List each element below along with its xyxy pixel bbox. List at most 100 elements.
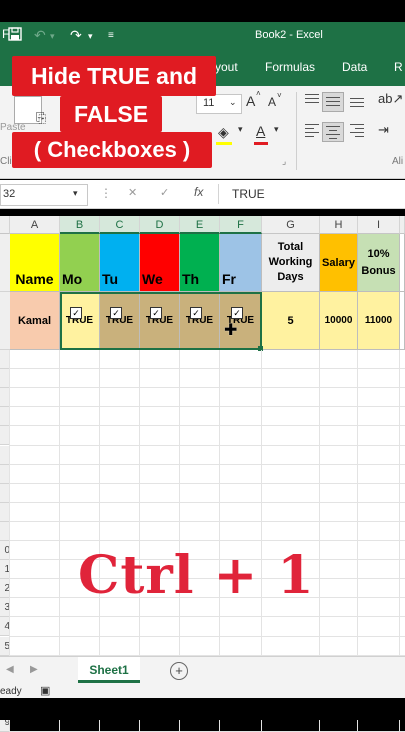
save-icon[interactable] — [8, 27, 22, 44]
checkbox-fr[interactable]: ✓ — [231, 307, 243, 319]
tab-formulas[interactable]: Formulas — [265, 60, 315, 74]
header-name[interactable]: Name — [10, 234, 60, 292]
column-header-g[interactable]: G — [262, 216, 320, 234]
sheet-tab-sheet1[interactable]: Sheet1 — [78, 657, 140, 683]
status-ready: eady — [0, 686, 22, 697]
checkbox-mo[interactable]: ✓ — [70, 307, 82, 319]
name-box-dropdown-icon[interactable]: ▾ — [73, 188, 78, 199]
clipboard-group-label: Cli — [0, 156, 12, 167]
enter-icon[interactable]: ✓ — [160, 186, 169, 199]
header-fr[interactable]: Fr — [220, 234, 262, 292]
font-color-swatch — [254, 142, 268, 145]
redo-dropdown-icon[interactable]: ▾ — [88, 31, 93, 42]
cell-total-working-days[interactable]: 5 — [262, 292, 320, 350]
row-header-1[interactable] — [0, 234, 10, 292]
customize-qat-icon[interactable]: ≡ — [108, 30, 114, 41]
align-bottom-icon[interactable] — [350, 94, 364, 108]
cell-tu-true[interactable]: TRUE — [100, 292, 140, 350]
redo-icon[interactable]: ↷ — [70, 27, 82, 44]
add-sheet-button[interactable]: + — [170, 662, 188, 680]
indent-icon[interactable]: ⇥ — [378, 122, 389, 138]
align-top-icon[interactable] — [305, 94, 319, 108]
header-total-working-days[interactable]: Total Working Days — [262, 234, 320, 292]
window-title: Book2 - Excel — [255, 29, 323, 41]
grow-arrow-icon: ˄ — [256, 89, 261, 98]
cell-j2[interactable] — [400, 292, 405, 350]
checkbox-we[interactable]: ✓ — [150, 307, 162, 319]
scroll-right-icon[interactable]: ▶ — [30, 664, 38, 675]
column-header-d[interactable]: D — [140, 216, 180, 234]
column-header-h[interactable]: H — [320, 216, 358, 234]
header-we[interactable]: We — [140, 234, 180, 292]
align-left-icon[interactable] — [305, 124, 319, 138]
row-header-2[interactable] — [0, 292, 10, 350]
select-all-corner[interactable] — [0, 216, 10, 234]
align-middle-icon[interactable] — [322, 92, 344, 112]
font-color-button[interactable]: A — [256, 123, 265, 139]
shortcut-text: Ctrl + 1 — [78, 545, 315, 606]
header-mo[interactable]: Mo — [60, 234, 100, 292]
caption-line-1-text: Hide TRUE and — [30, 63, 198, 89]
phone-status-area — [0, 0, 405, 22]
grow-font-button[interactable]: A — [246, 93, 255, 109]
column-header-a[interactable]: A — [10, 216, 60, 234]
tab-page-layout[interactable]: yout — [215, 60, 238, 74]
formula-input[interactable]: TRUE — [232, 187, 265, 201]
undo-dropdown-icon[interactable]: ▾ — [50, 31, 55, 42]
header-bonus[interactable]: 10% Bonus — [358, 234, 400, 292]
cell-bonus[interactable]: 11000 — [358, 292, 400, 350]
accessibility-icon[interactable]: ▣ — [40, 684, 50, 697]
column-header-j[interactable] — [400, 216, 405, 234]
insert-function-button[interactable]: fx — [194, 185, 203, 199]
column-header-f[interactable]: F — [220, 216, 262, 234]
more-icon: ⋮ — [100, 186, 112, 200]
fill-dropdown-icon[interactable]: ▾ — [238, 124, 243, 135]
header-salary[interactable]: Salary — [320, 234, 358, 292]
formula-divider — [218, 184, 219, 204]
copy-icon[interactable]: ⎘ — [36, 110, 46, 126]
row-gridline — [10, 540, 405, 541]
row-gridline — [10, 425, 405, 427]
header-bonus-text: 10% Bonus — [361, 247, 396, 277]
align-center-icon[interactable] — [322, 122, 344, 142]
cell-mo-true[interactable]: TRUE — [60, 292, 100, 350]
sheet-tab-bar: ◀ ▶ Sheet1 + — [0, 656, 405, 687]
formula-bar: 32 ▾ ⋮ ✕ ✓ fx TRUE — [0, 180, 405, 209]
cell-j1[interactable] — [400, 234, 405, 292]
header-total-working-days-text: Total Working Days — [268, 241, 313, 283]
name-box[interactable]: 32 ▾ — [0, 184, 88, 206]
font-size-select[interactable]: 11 ⌄ — [196, 94, 242, 114]
add-sheet-label: + — [175, 663, 183, 678]
status-bar: eady ▣ — [0, 684, 405, 698]
undo-icon[interactable]: ↶ — [34, 27, 46, 44]
name-box-value: 32 — [3, 188, 16, 200]
caption-line-2-text: FALSE — [73, 101, 149, 127]
orientation-icon[interactable]: ab↗ — [378, 91, 403, 107]
fill-color-icon[interactable]: ◈ — [218, 124, 229, 141]
column-header-i[interactable]: I — [358, 216, 400, 234]
cell-kamal[interactable]: Kamal — [10, 292, 60, 350]
checkbox-tu[interactable]: ✓ — [110, 307, 122, 319]
font-dialog-launcher-icon[interactable]: ⌟ — [282, 156, 286, 167]
column-header-e[interactable]: E — [180, 216, 220, 234]
alignment-group-label: Ali — [392, 156, 404, 167]
scroll-left-icon[interactable]: ◀ — [6, 664, 14, 675]
column-header-c[interactable]: C — [100, 216, 140, 234]
cell-salary[interactable]: 10000 — [320, 292, 358, 350]
align-right-icon[interactable] — [350, 124, 364, 138]
shrink-font-button[interactable]: A — [268, 95, 276, 109]
cursor-cross-icon: ✚ — [224, 322, 238, 339]
cell-we-true[interactable]: TRUE — [140, 292, 180, 350]
header-tu[interactable]: Tu — [100, 234, 140, 292]
caption-line-1: Hide TRUE and — [12, 56, 216, 96]
tab-review[interactable]: R — [394, 60, 403, 74]
font-color-dropdown-icon[interactable]: ▾ — [274, 124, 279, 135]
column-header-b[interactable]: B — [60, 216, 100, 234]
cell-th-true[interactable]: TRUE — [180, 292, 220, 350]
cancel-icon[interactable]: ✕ — [128, 186, 137, 199]
tab-data[interactable]: Data — [342, 60, 367, 74]
header-th[interactable]: Th — [180, 234, 220, 292]
row-gridline — [10, 616, 405, 618]
checkbox-th[interactable]: ✓ — [190, 307, 202, 319]
row-gridline — [10, 406, 405, 408]
